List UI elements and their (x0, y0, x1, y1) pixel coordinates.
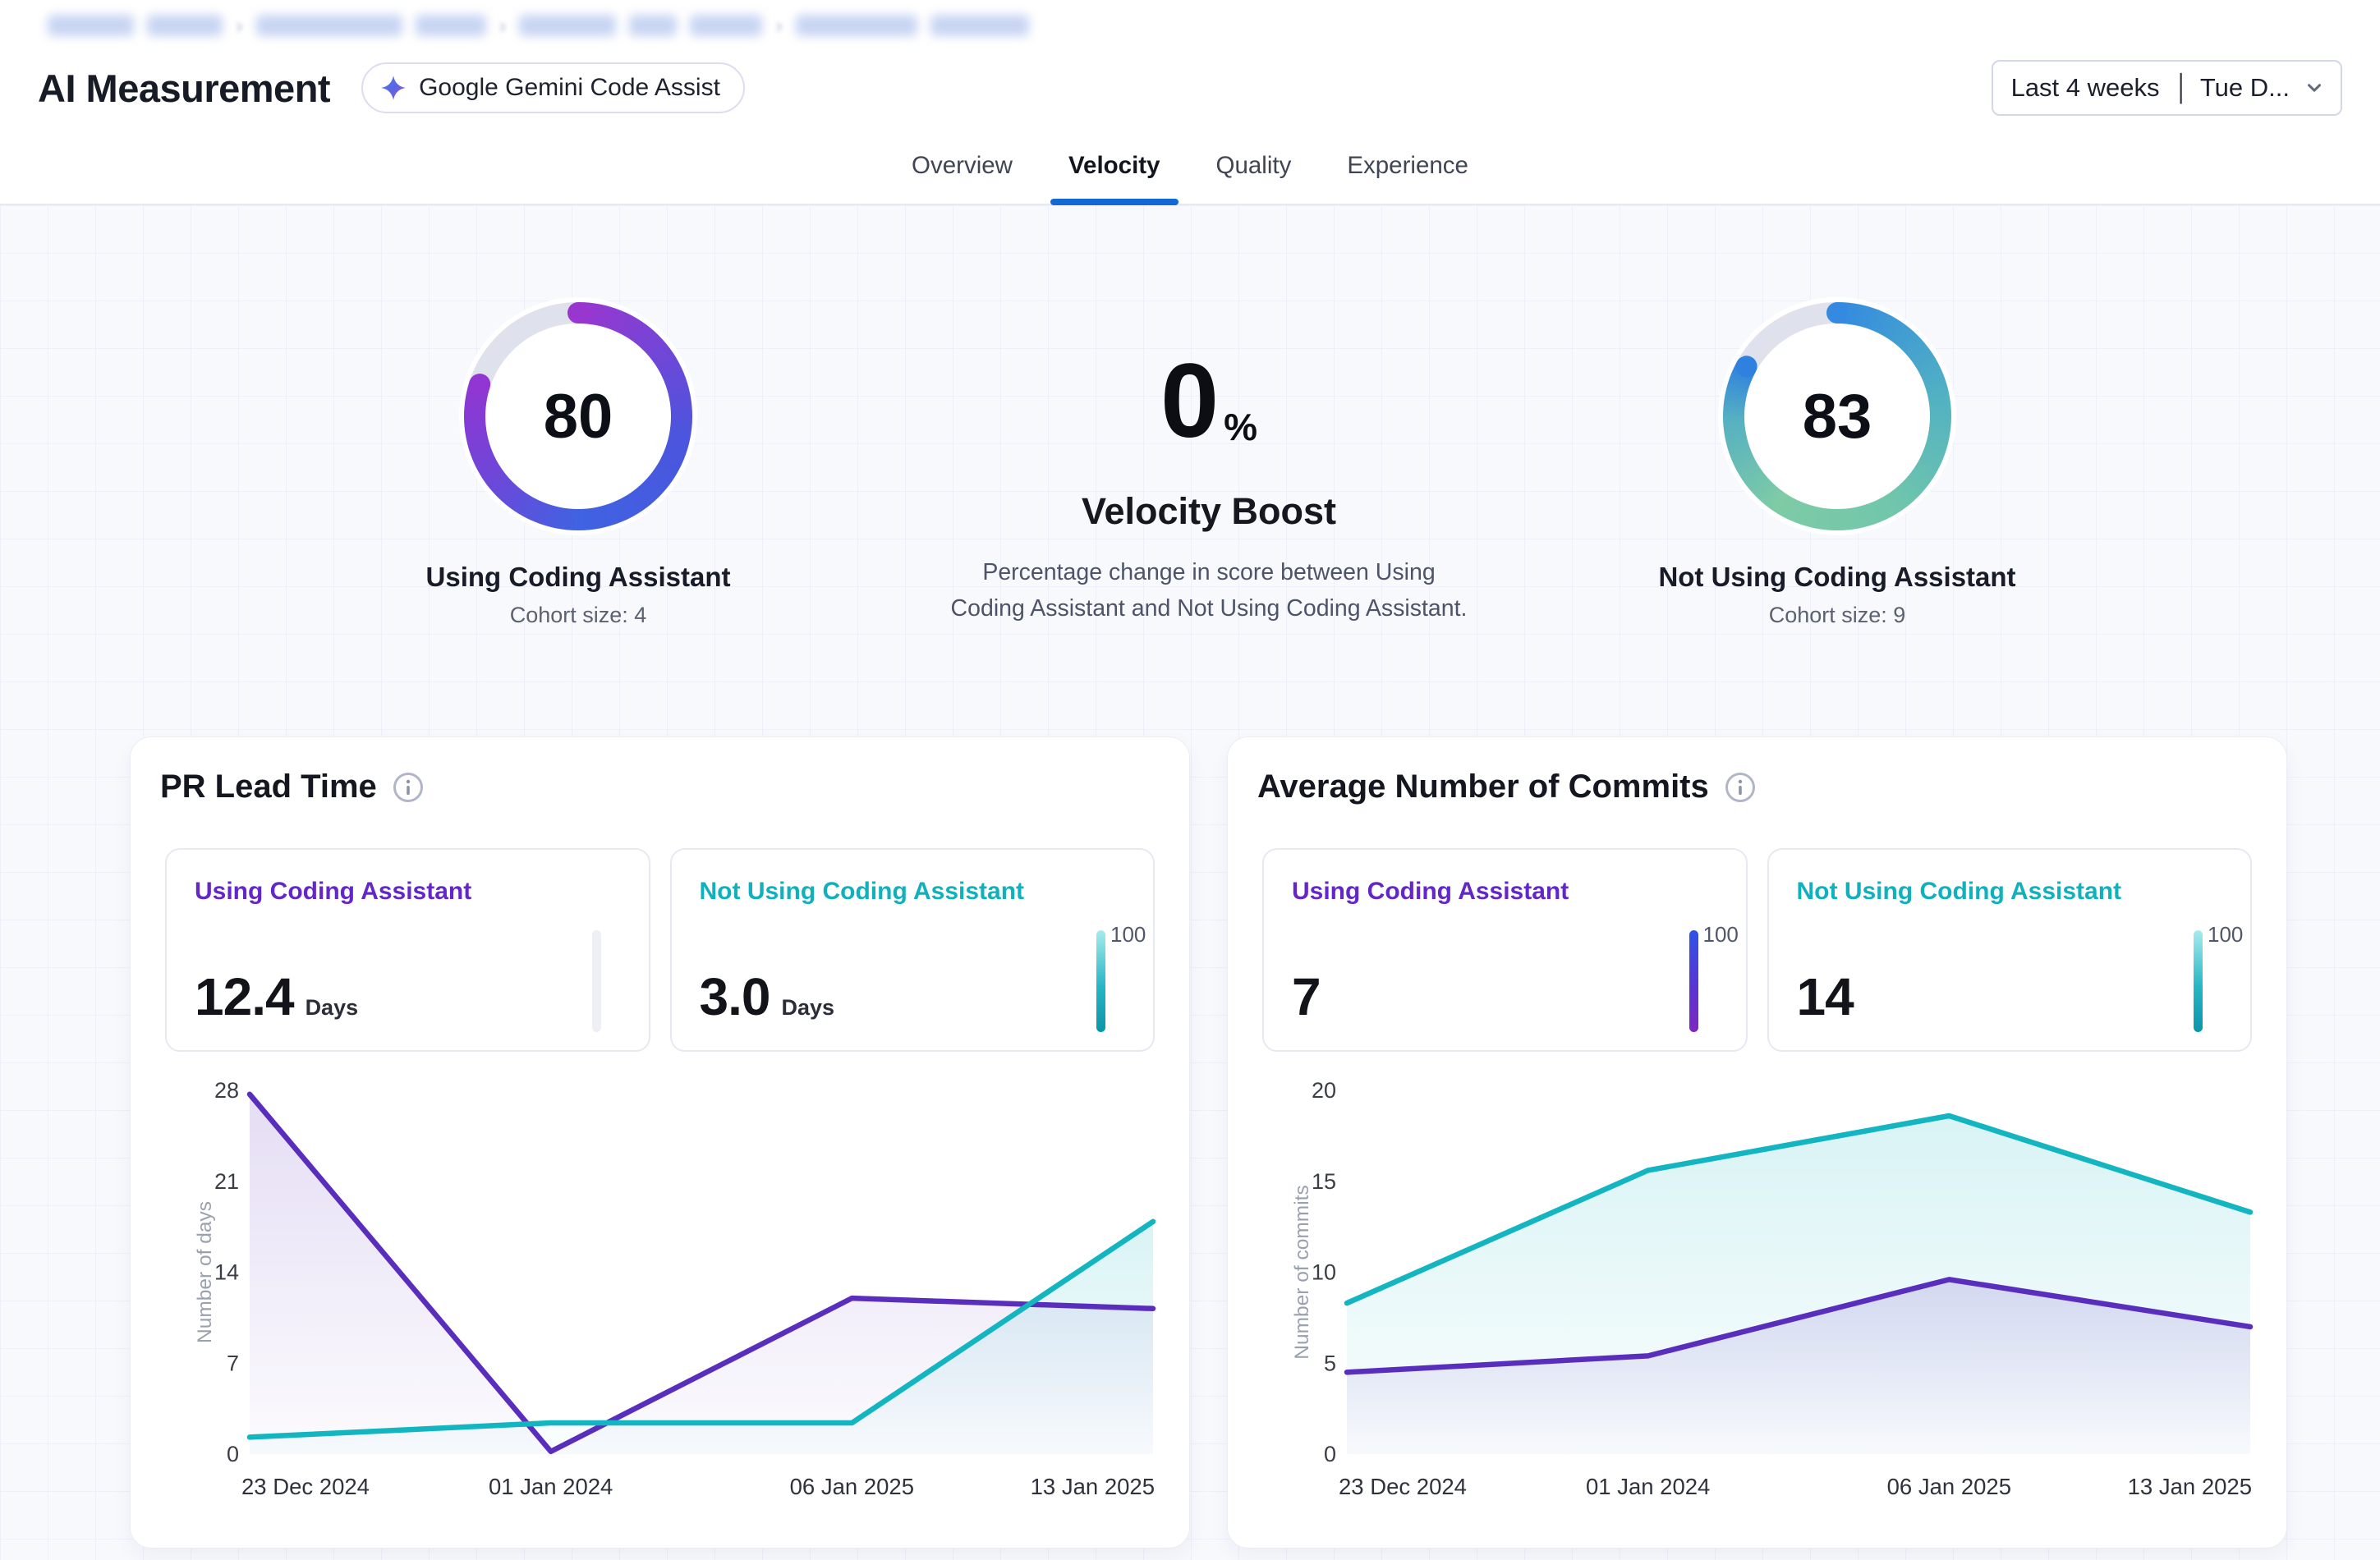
not-using-assistant-label: Not Using Coding Assistant (1648, 562, 2026, 593)
stat-value: 14 (1797, 966, 1854, 1027)
not-using-assistant-gauge-block: 83 Not Using Coding Assistant Cohort siz… (1648, 302, 2026, 628)
using-assistant-score-gauge: 80 (464, 302, 692, 530)
stat-value: 7 (1292, 966, 1321, 1027)
svg-text:5: 5 (1324, 1351, 1336, 1375)
pr-lead-time-chart: 0 7 14 21 28 Number of days 23 Dec 2024 01 Jan … (131, 1066, 1190, 1526)
breadcrumb-segment-redacted[interactable] (930, 15, 1029, 36)
tab-experience[interactable]: Experience (1342, 128, 1473, 204)
gemini-badge: Google Gemini Code Assist (361, 62, 745, 113)
using-assistant-score: 80 (464, 302, 692, 530)
tab-velocity[interactable]: Velocity (1064, 128, 1165, 204)
stat-value: 3.0 (700, 966, 770, 1027)
svg-text:01 Jan 2024: 01 Jan 2024 (1586, 1474, 1710, 1499)
tab-bar: Overview Velocity Quality Experience (0, 128, 2380, 205)
info-icon[interactable] (392, 771, 425, 804)
breadcrumb-segment-redacted[interactable] (416, 15, 486, 36)
svg-text:20: 20 (1312, 1078, 1336, 1103)
svg-text:13 Jan 2025: 13 Jan 2025 (1031, 1474, 1155, 1499)
stat-mini-bar (1689, 930, 1698, 1032)
stat-value: 12.4 (195, 966, 294, 1027)
stat-box-using: Using Coding Assistant 12.4 Days (165, 848, 650, 1052)
breadcrumb-segment-redacted[interactable] (147, 15, 223, 36)
date-range-selector[interactable]: Last 4 weeks │ Tue D... (1992, 60, 2342, 116)
stat-label: Using Coding Assistant (1292, 878, 1718, 906)
avg-commits-card: Average Number of Commits Using Coding A… (1227, 736, 2287, 1549)
using-assistant-gauge-block: 80 Using Coding Assistant Cohort size: 4 (389, 302, 767, 628)
stat-mini-bar (2194, 930, 2203, 1032)
tab-overview[interactable]: Overview (907, 128, 1018, 204)
chevron-down-icon (2303, 76, 2326, 99)
breadcrumb-segment-redacted[interactable] (519, 15, 616, 36)
svg-text:13 Jan 2025: 13 Jan 2025 (2128, 1474, 2252, 1499)
svg-text:06 Jan 2025: 06 Jan 2025 (790, 1474, 914, 1499)
svg-text:7: 7 (227, 1351, 239, 1375)
breadcrumb-segment-redacted[interactable] (690, 15, 762, 36)
velocity-boost-unit: % (1224, 405, 1257, 449)
velocity-boost-value: 0 (1160, 349, 1219, 454)
stat-box-using: Using Coding Assistant 7 100 (1262, 848, 1748, 1052)
velocity-boost-title: Velocity Boost (921, 490, 1496, 533)
top-bar: › › › AI Measurement (0, 0, 2380, 205)
stat-label: Using Coding Assistant (195, 878, 621, 906)
svg-text:28: 28 (214, 1078, 239, 1103)
stat-scale-max: 100 (1110, 922, 1153, 947)
breadcrumb-separator-icon: › (775, 13, 783, 39)
svg-text:10: 10 (1312, 1260, 1336, 1285)
page-title: AI Measurement (38, 66, 330, 111)
using-assistant-label: Using Coding Assistant (389, 562, 767, 593)
breadcrumb-separator-icon: › (236, 13, 243, 39)
using-assistant-cohort-size: Cohort size: 4 (389, 603, 767, 628)
stat-scale-max: 100 (1703, 922, 1746, 947)
avg-commits-title: Average Number of Commits (1257, 769, 1709, 805)
stat-scale-max: 100 (2208, 922, 2250, 947)
velocity-boost-block: 0 % Velocity Boost Percentage change in … (921, 349, 1496, 626)
stat-unit: Days (306, 995, 359, 1021)
pr-lead-time-card: PR Lead Time Using Coding Assistant 12.4… (130, 736, 1190, 1549)
stat-mini-bar (592, 930, 601, 1032)
svg-text:06 Jan 2025: 06 Jan 2025 (1887, 1474, 2011, 1499)
velocity-boost-description: Percentage change in score between Using… (946, 554, 1472, 626)
svg-text:23 Dec 2024: 23 Dec 2024 (241, 1474, 370, 1499)
not-using-assistant-score-gauge: 83 (1723, 302, 1951, 530)
stat-box-not-using: Not Using Coding Assistant 14 100 (1767, 848, 2253, 1052)
date-range-detail: Tue D... (2200, 73, 2290, 103)
svg-text:01 Jan 2024: 01 Jan 2024 (489, 1474, 613, 1499)
breadcrumb-separator-icon: › (499, 13, 507, 39)
pr-lead-time-title: PR Lead Time (160, 769, 377, 805)
gemini-spark-icon (379, 74, 407, 102)
charts-row: PR Lead Time Using Coding Assistant 12.4… (0, 736, 2380, 1558)
info-icon[interactable] (1724, 771, 1757, 804)
breadcrumb-segment-redacted[interactable] (48, 15, 134, 36)
dashboard-content: 80 Using Coding Assistant Cohort size: 4… (0, 205, 2380, 1560)
svg-text:0: 0 (227, 1442, 239, 1466)
svg-text:Number of days: Number of days (194, 1201, 216, 1343)
stat-unit: Days (781, 995, 834, 1021)
not-using-assistant-score: 83 (1723, 302, 1951, 530)
svg-text:15: 15 (1312, 1169, 1336, 1194)
breadcrumb-segment-redacted[interactable] (629, 15, 677, 36)
breadcrumb-segment-redacted[interactable] (256, 15, 402, 36)
gemini-badge-label: Google Gemini Code Assist (419, 74, 720, 102)
stat-mini-bar (1096, 930, 1105, 1032)
stat-box-not-using: Not Using Coding Assistant 3.0 Days 100 (670, 848, 1156, 1052)
stat-label: Not Using Coding Assistant (1797, 878, 2223, 906)
date-range-label: Last 4 weeks (2011, 73, 2160, 103)
svg-text:21: 21 (214, 1169, 239, 1194)
avg-commits-chart: 0 5 10 15 20 Number of commits 23 Dec 2024 01 J… (1228, 1066, 2287, 1526)
breadcrumb[interactable]: › › › (48, 13, 1029, 38)
stat-label: Not Using Coding Assistant (700, 878, 1126, 906)
svg-text:14: 14 (214, 1260, 239, 1285)
breadcrumb-segment-redacted[interactable] (796, 15, 917, 36)
svg-text:0: 0 (1324, 1442, 1336, 1466)
page-header: AI Measurement Google Gemini Code Assist (0, 51, 2380, 125)
not-using-assistant-cohort-size: Cohort size: 9 (1648, 603, 2026, 628)
tab-quality[interactable]: Quality (1211, 128, 1297, 204)
svg-text:Number of commits: Number of commits (1291, 1185, 1313, 1359)
date-range-divider: │ (2175, 73, 2190, 103)
svg-text:23 Dec 2024: 23 Dec 2024 (1339, 1474, 1467, 1499)
